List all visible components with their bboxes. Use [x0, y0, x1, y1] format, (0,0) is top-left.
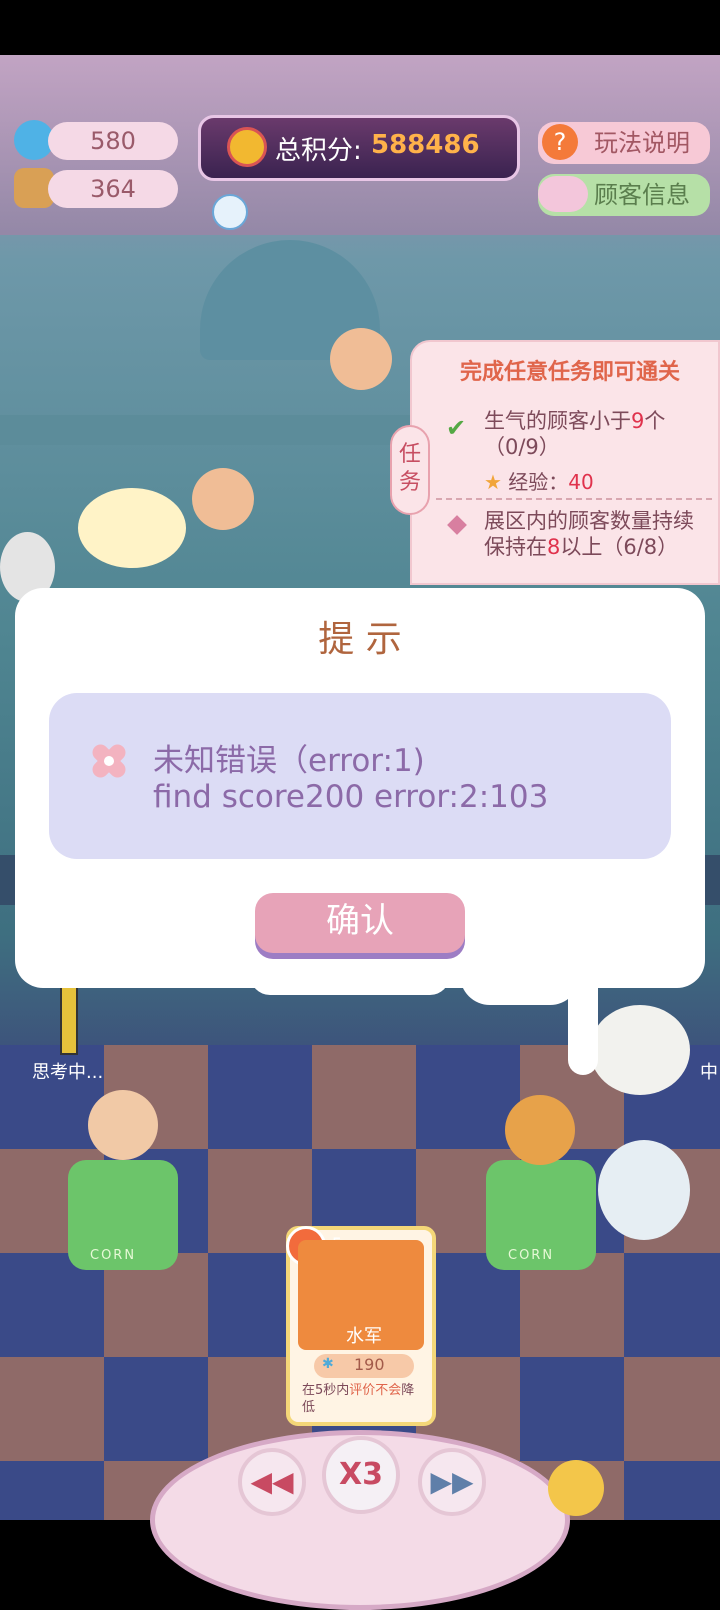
customer-character	[590, 1005, 690, 1095]
thinking-label-left: 思考中...	[32, 1062, 104, 1083]
customer-character	[505, 1095, 575, 1165]
corn-label: CORN	[508, 1248, 555, 1263]
exp-icon: ★	[484, 470, 502, 494]
task-panel-title: 完成任意任务即可通关	[460, 360, 681, 385]
display-pedestal-left: CORN	[68, 1160, 178, 1270]
customer-info-label: 顾客信息	[594, 181, 690, 209]
card-cost: 190	[354, 1355, 385, 1374]
task-1-number: 9	[631, 409, 645, 433]
total-score-value: 588486	[371, 130, 480, 160]
task-2-text: 展区内的顾客数量持续保持在8以上（6/8）	[484, 508, 714, 560]
customer-character	[598, 1140, 690, 1240]
task-1-reward: ★ 经验：40	[484, 466, 594, 495]
help-button[interactable]: ? 玩法说明	[538, 122, 710, 164]
help-button-label: 玩法说明	[594, 129, 690, 157]
question-icon: ?	[542, 124, 578, 160]
card-description: 在5秒内评价不会降低	[302, 1382, 426, 1416]
fast-forward-button[interactable]: ▶▶	[418, 1448, 486, 1516]
card-name: 水军	[346, 1326, 382, 1347]
task-tab[interactable]: 任务	[390, 425, 430, 515]
task-divider	[436, 498, 712, 500]
card-desc-highlight: 评价不会	[349, 1383, 402, 1398]
card-desc-pre: 在5秒内	[302, 1383, 350, 1398]
task-2-number: 8	[547, 535, 561, 559]
customer-avatar-icon	[538, 176, 588, 212]
dialog-line-1: 未知错误（error:1)	[153, 743, 425, 779]
customer-character	[192, 468, 254, 530]
corn-label: CORN	[90, 1248, 137, 1263]
thinking-label-right: 中	[700, 1062, 718, 1083]
skill-card[interactable]: 5s 水军 ✱ 190 在5秒内评价不会降低	[286, 1226, 436, 1426]
rewind-button[interactable]: ◀◀	[238, 1448, 306, 1516]
total-score-label: 总积分:	[275, 136, 362, 166]
task-2-suffix: 以上（6/8）	[560, 535, 679, 559]
stars-counter: 580	[48, 122, 178, 160]
speed-button[interactable]: X3	[322, 1436, 400, 1514]
confirm-button[interactable]: 确认	[255, 893, 465, 953]
customer-character	[88, 1090, 158, 1160]
flower-icon	[89, 741, 129, 781]
sun-icon	[548, 1460, 604, 1516]
check-icon: ✔	[446, 414, 467, 442]
dialog-message-box: 未知错误（error:1) find score200 error:2:103	[49, 693, 671, 859]
customer-character	[330, 328, 392, 390]
medal-icon	[227, 127, 267, 167]
card-art: 水军	[298, 1240, 424, 1350]
status-bar	[0, 0, 720, 55]
diamond-bullet-icon	[447, 515, 467, 535]
task-1-prefix: 生气的顾客小于	[484, 409, 631, 433]
display-pedestal-right: CORN	[486, 1160, 596, 1270]
total-score-panel: 总积分: 588486	[198, 115, 520, 181]
boxes-counter: 364	[48, 170, 178, 208]
task-1-reward-value: 40	[568, 470, 594, 494]
star-icon: ✱	[322, 1356, 334, 1372]
patience-bar	[60, 985, 78, 1055]
customer-character	[78, 488, 186, 568]
dialog-title: 提 示	[318, 619, 402, 660]
shelf	[0, 415, 420, 445]
dialog-drip	[568, 975, 598, 1075]
card-cost-pill: ✱ 190	[314, 1354, 414, 1378]
dialog-line-2: find score200 error:2:103	[153, 779, 549, 815]
task-1-reward-label: 经验：	[508, 470, 569, 494]
task-panel: 完成任意任务即可通关 ✔ 生气的顾客小于9个（0/9） ★ 经验：40 展区内的…	[410, 340, 720, 585]
task-1-text: 生气的顾客小于9个（0/9）	[484, 408, 710, 460]
record-icon[interactable]	[212, 194, 248, 230]
customer-info-button[interactable]: 顾客信息	[538, 174, 710, 216]
